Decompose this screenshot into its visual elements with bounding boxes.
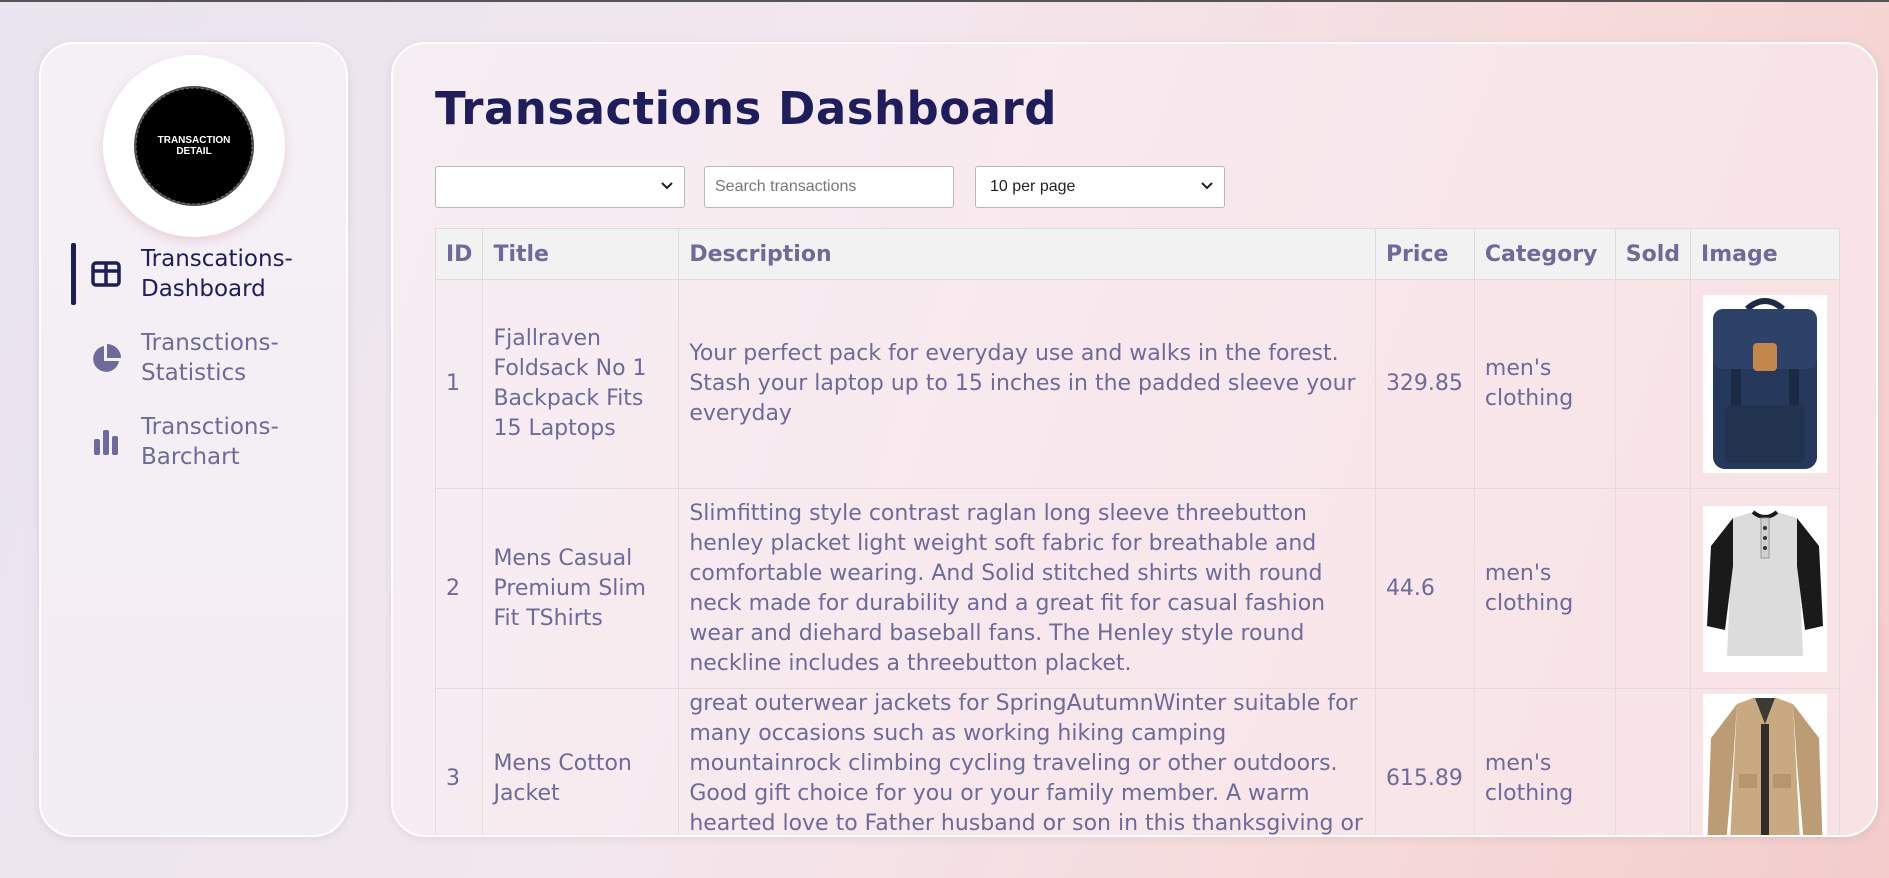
sidebar-item-dashboard[interactable]: Transcations- Dashboard (41, 242, 341, 306)
column-header-id[interactable]: ID (434, 228, 484, 280)
sidebar: TRANSACTION DETAIL Transcations- Dashboa… (39, 42, 348, 837)
cell-image (1690, 279, 1840, 489)
cell-description: Your perfect pack for everyday use and w… (678, 279, 1376, 489)
column-header-image[interactable]: Image (1690, 228, 1840, 280)
active-indicator (71, 243, 76, 305)
table-row[interactable]: 2 Mens Casual Premium Slim Fit TShirts S… (434, 488, 1840, 689)
cell-price: 615.89 (1374, 688, 1475, 835)
cell-sold (1614, 688, 1692, 835)
product-image-cotton-jacket[interactable] (1703, 694, 1828, 837)
layout-icon (89, 257, 123, 291)
table-row[interactable]: 1 Fjallraven Foldsack No 1 Backpack Fits… (434, 279, 1840, 489)
cell-title: Fjallraven Foldsack No 1 Backpack Fits 1… (482, 279, 680, 489)
product-image-henley-shirt[interactable] (1703, 505, 1828, 672)
cell-id: 2 (434, 488, 484, 689)
main-panel: Transactions Dashboard 10 per page ID Ti… (391, 42, 1878, 837)
page-title: Transactions Dashboard (435, 82, 1057, 135)
sidebar-item-barchart[interactable]: Transctions- Barchart (41, 410, 341, 474)
per-page-select[interactable]: 10 per page (975, 166, 1225, 208)
cell-category: men's clothing (1473, 488, 1616, 689)
column-header-price[interactable]: Price (1374, 228, 1475, 280)
column-header-sold[interactable]: Sold (1614, 228, 1692, 280)
sidebar-item-statistics[interactable]: Transctions- Statistics (41, 326, 341, 390)
per-page-select-value: 10 per page (990, 178, 1076, 195)
month-select[interactable] (435, 166, 685, 208)
chevron-down-icon (1201, 182, 1213, 190)
window-top-border (0, 0, 1889, 2)
sidebar-item-label: Transctions- Statistics (141, 330, 279, 386)
cell-description: Slimfitting style contrast raglan long s… (678, 488, 1376, 689)
cell-price: 44.6 (1374, 488, 1475, 689)
cell-sold (1614, 488, 1692, 689)
table-row[interactable]: 3 Mens Cotton Jacket great outerwear jac… (434, 688, 1840, 837)
pie-chart-icon (89, 342, 123, 376)
cell-sold (1614, 279, 1692, 489)
logo-text: TRANSACTION DETAIL (157, 135, 231, 157)
product-image-backpack[interactable] (1703, 295, 1828, 473)
cell-category: men's clothing (1473, 688, 1616, 835)
cell-description: great outerwear jackets for SpringAutumn… (678, 688, 1376, 835)
cell-id: 1 (434, 279, 484, 489)
column-header-category[interactable]: Category (1473, 228, 1616, 280)
cell-id: 3 (434, 688, 484, 835)
cell-price: 329.85 (1374, 279, 1475, 489)
column-header-description[interactable]: Description (678, 228, 1376, 280)
chevron-down-icon (661, 182, 673, 190)
cell-title: Mens Cotton Jacket (482, 688, 680, 835)
search-input[interactable] (704, 166, 954, 208)
transactions-table: ID Title Description Price Category Sold… (434, 228, 1840, 837)
cell-title: Mens Casual Premium Slim Fit TShirts (482, 488, 680, 689)
table-header-row: ID Title Description Price Category Sold… (434, 228, 1840, 280)
cell-image (1690, 688, 1840, 837)
sidebar-item-label: Transcations- Dashboard (141, 246, 293, 302)
cell-image (1690, 488, 1840, 689)
logo-badge[interactable]: TRANSACTION DETAIL (103, 55, 285, 237)
cell-category: men's clothing (1473, 279, 1616, 489)
sidebar-item-label: Transctions- Barchart (141, 414, 279, 470)
column-header-title[interactable]: Title (482, 228, 680, 280)
bar-chart-icon (89, 425, 123, 459)
